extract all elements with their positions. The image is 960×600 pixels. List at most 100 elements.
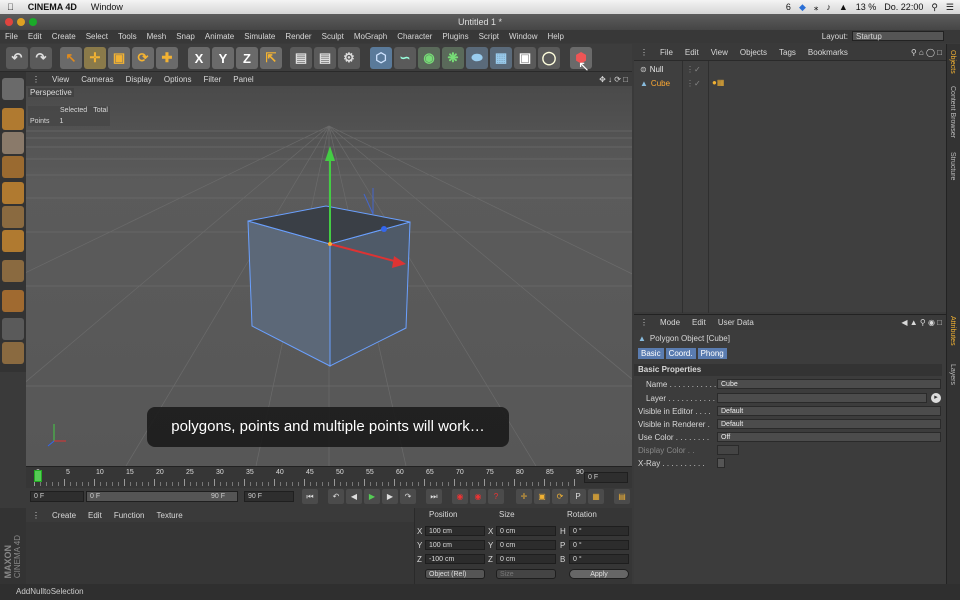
- list-item[interactable]: ⊜ Null: [640, 65, 663, 74]
- prev-keyframe-icon[interactable]: ↶: [328, 489, 344, 504]
- menu-sculpt[interactable]: Sculpt: [317, 32, 349, 41]
- key-pla-icon[interactable]: ▦: [588, 489, 604, 504]
- menu-help[interactable]: Help: [542, 32, 568, 41]
- menu-window[interactable]: Window: [504, 32, 542, 41]
- viewport-menu-panel[interactable]: Panel: [227, 75, 259, 84]
- preview-range-slider[interactable]: 0 F 90 F: [86, 491, 238, 502]
- apply-button[interactable]: Apply: [569, 569, 629, 579]
- attr-name-field[interactable]: Cube: [717, 379, 941, 389]
- pos-z-field[interactable]: -100 cm: [425, 554, 485, 564]
- spline-icon[interactable]: ∽: [394, 47, 416, 69]
- apple-icon[interactable]: : [0, 2, 21, 12]
- live-selection-icon[interactable]: ↖: [60, 47, 82, 69]
- camera-icon[interactable]: ▣: [514, 47, 536, 69]
- bluetooth-icon[interactable]: ⁎: [814, 2, 819, 13]
- tab-phong[interactable]: Phong: [697, 348, 727, 359]
- go-to-end-icon[interactable]: ⏭: [426, 489, 442, 504]
- workplane-mode-icon[interactable]: [2, 156, 24, 178]
- material-menu-create[interactable]: Create: [46, 511, 82, 520]
- object-menu-bookmarks[interactable]: Bookmarks: [802, 48, 854, 57]
- move-tool-icon[interactable]: ✛: [84, 47, 106, 69]
- points-mode-icon[interactable]: [2, 182, 24, 204]
- tab-coord[interactable]: Coord.: [665, 348, 696, 359]
- cube-primitive-icon[interactable]: ⬡: [370, 47, 392, 69]
- array-icon[interactable]: ❋: [442, 47, 464, 69]
- next-frame-icon[interactable]: ▶: [382, 489, 398, 504]
- coord-mode-dropdown[interactable]: Object (Rel): [425, 569, 485, 579]
- texture-mode-icon[interactable]: [2, 132, 24, 154]
- attr-menu-user-data[interactable]: User Data: [712, 318, 760, 327]
- menu-snap[interactable]: Snap: [171, 32, 200, 41]
- mac-app-name[interactable]: CINEMA 4D: [21, 2, 84, 12]
- volume-icon[interactable]: ♪: [826, 2, 831, 12]
- start-frame-field[interactable]: 0 F: [30, 491, 84, 502]
- timeline-window-icon[interactable]: ▤: [614, 489, 630, 504]
- menu-simulate[interactable]: Simulate: [239, 32, 280, 41]
- playhead[interactable]: [34, 470, 42, 482]
- tab-basic[interactable]: Basic: [638, 348, 664, 359]
- attr-layer-field[interactable]: [717, 393, 927, 403]
- viewport-menu-filter[interactable]: Filter: [197, 75, 227, 84]
- workplane-icon[interactable]: [2, 318, 24, 340]
- undo-icon[interactable]: ↶: [6, 47, 28, 69]
- material-drag-handle[interactable]: ⋮: [26, 511, 46, 520]
- play-icon[interactable]: ▶: [364, 489, 380, 504]
- current-frame-field[interactable]: 0 F: [584, 472, 628, 483]
- close-window-button[interactable]: [5, 18, 13, 26]
- side-tab-structure[interactable]: Structure: [949, 152, 956, 180]
- axis-mode-icon[interactable]: [2, 260, 24, 282]
- render-view-icon[interactable]: ▤: [290, 47, 312, 69]
- viewport-menu-view[interactable]: View: [46, 75, 75, 84]
- menu-render[interactable]: Render: [280, 32, 316, 41]
- viewport-drag-handle[interactable]: ⋮: [26, 75, 46, 84]
- rot-b-field[interactable]: 0 °: [569, 554, 629, 564]
- attr-display-color-swatch[interactable]: [717, 445, 739, 455]
- menu-tools[interactable]: Tools: [113, 32, 142, 41]
- timeline-ruler[interactable]: 051015202530354045505560657075808590 0 F: [26, 466, 632, 488]
- viewport-menu-cameras[interactable]: Cameras: [75, 75, 119, 84]
- menu-file[interactable]: File: [0, 32, 23, 41]
- end-frame-field[interactable]: 90 F: [244, 491, 294, 502]
- edges-mode-icon[interactable]: [2, 206, 24, 228]
- material-menu-edit[interactable]: Edit: [82, 511, 108, 520]
- menu-select[interactable]: Select: [81, 32, 113, 41]
- ai-status[interactable]: 6: [786, 2, 791, 12]
- menu-script[interactable]: Script: [474, 32, 504, 41]
- zoom-window-button[interactable]: [29, 18, 37, 26]
- object-menu-tags[interactable]: Tags: [773, 48, 802, 57]
- size-y-field[interactable]: 0 cm: [496, 540, 556, 550]
- attr-menu-edit[interactable]: Edit: [686, 318, 712, 327]
- menu-plugins[interactable]: Plugins: [437, 32, 473, 41]
- clock[interactable]: Do. 22:00: [884, 2, 923, 12]
- visibility-dots-icon[interactable]: ⋮✓: [686, 79, 701, 88]
- key-scale-icon[interactable]: ▣: [534, 489, 550, 504]
- layout-dropdown[interactable]: Startup: [852, 31, 944, 41]
- viewport-nav-icons[interactable]: ✥ ↓ ⟳ □: [599, 75, 632, 84]
- recent-tools-icon[interactable]: ✚: [156, 47, 178, 69]
- material-manager-area[interactable]: [26, 522, 414, 584]
- menu-mograph[interactable]: MoGraph: [349, 32, 392, 41]
- menu-character[interactable]: Character: [392, 32, 437, 41]
- side-tab-content-browser[interactable]: Content Browser: [949, 86, 956, 138]
- light-icon[interactable]: ◯: [538, 47, 560, 69]
- x-axis-lock-button[interactable]: X: [188, 47, 210, 69]
- object-menu-objects[interactable]: Objects: [734, 48, 773, 57]
- polygons-mode-icon[interactable]: [2, 230, 24, 252]
- attribute-drag-handle[interactable]: ⋮: [634, 318, 654, 327]
- attr-menu-mode[interactable]: Mode: [654, 318, 686, 327]
- prev-frame-icon[interactable]: ◀: [346, 489, 362, 504]
- deformer-icon[interactable]: ⬬: [466, 47, 488, 69]
- menu-animate[interactable]: Animate: [200, 32, 239, 41]
- make-editable-icon[interactable]: [2, 78, 24, 100]
- floor-icon[interactable]: ▦: [490, 47, 512, 69]
- attr-use-color-dropdown[interactable]: Off: [717, 432, 941, 442]
- render-settings-icon[interactable]: ⚙: [338, 47, 360, 69]
- go-to-start-icon[interactable]: ⏮: [302, 489, 318, 504]
- menu-mesh[interactable]: Mesh: [142, 32, 172, 41]
- spotlight-icon[interactable]: ⚲: [931, 2, 938, 13]
- object-menu-view[interactable]: View: [705, 48, 734, 57]
- viewport-menu-display[interactable]: Display: [120, 75, 158, 84]
- viewport-menu-options[interactable]: Options: [158, 75, 198, 84]
- material-menu-function[interactable]: Function: [108, 511, 151, 520]
- object-search-icon[interactable]: ⚲ ⌂ ◯ □: [911, 48, 946, 57]
